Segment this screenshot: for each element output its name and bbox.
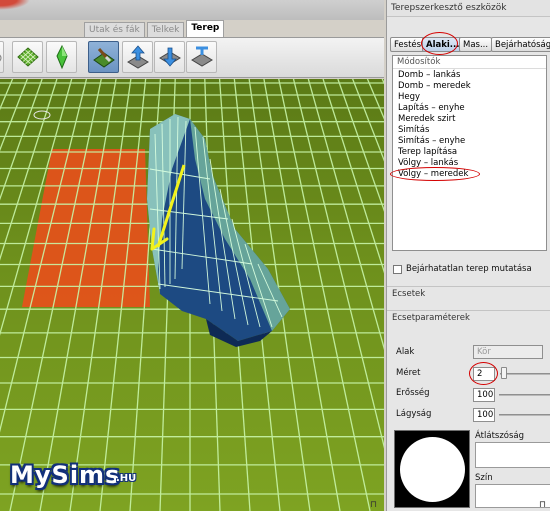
softness-label: Lágyság xyxy=(396,409,432,419)
size-label: Méret xyxy=(396,368,421,378)
list-item[interactable]: Domb – meredek xyxy=(396,81,543,92)
window-top-strip xyxy=(0,0,384,20)
show-unwalkable-label: Bejárhatatlan terep mutatása xyxy=(406,264,532,274)
terrain-lower-icon xyxy=(159,47,181,67)
show-unwalkable-row: Bejárhatatlan terep mutatása xyxy=(393,264,532,274)
strength-input[interactable]: 100 xyxy=(473,388,495,402)
modifiers-list[interactable]: Módosítók Domb – lankás Domb – meredek H… xyxy=(390,55,547,251)
terrain-grid-tool-button[interactable] xyxy=(12,41,43,73)
paint-button[interactable]: Festés xyxy=(390,37,426,52)
opacity-field[interactable] xyxy=(475,442,550,468)
list-item[interactable]: Lapítás – enyhe xyxy=(396,103,543,114)
lot-area xyxy=(22,149,150,307)
terrain-toolbar xyxy=(0,37,384,78)
terrain-lower-tool-button[interactable] xyxy=(154,41,185,73)
terrain-paint-tool-button[interactable] xyxy=(88,41,119,73)
list-item[interactable]: Hegy xyxy=(396,92,543,103)
grid-line-v xyxy=(366,79,384,120)
list-item[interactable]: Domb – lankás xyxy=(396,70,543,81)
highlight-size-input xyxy=(469,362,498,385)
brush-shape-circle xyxy=(400,437,465,502)
terrain-raise-icon xyxy=(127,45,149,69)
terrain-flatten-tool-button[interactable] xyxy=(186,41,217,73)
size-slider-track[interactable] xyxy=(500,373,550,375)
tool-tabs: Utak és fák Telkek Terep xyxy=(84,20,225,38)
modifiers-header: Módosítók xyxy=(393,56,546,69)
list-item[interactable]: Simítás – enyhe xyxy=(396,136,543,147)
pin-icon[interactable]: ⊓ xyxy=(370,500,377,510)
highlight-shape-button xyxy=(421,32,458,55)
shape-label: Alak xyxy=(396,347,415,357)
tab-lots[interactable]: Telkek xyxy=(146,22,185,38)
sim-tool-button[interactable] xyxy=(46,41,77,73)
highlight-selected-modifier xyxy=(390,167,480,181)
grid-line-v xyxy=(278,79,371,511)
terrain-flatten-icon xyxy=(191,46,213,67)
panel-title: Terepszerkesztő eszközök xyxy=(387,0,550,17)
grid-line-v xyxy=(292,79,384,449)
size-slider-thumb[interactable] xyxy=(501,367,507,379)
steep-valley xyxy=(147,114,290,347)
brushes-section-label[interactable]: Ecsetek xyxy=(387,286,550,300)
terrain-viewport-area: Utak és fák Telkek Terep MySims .HU ⊓ xyxy=(0,0,384,511)
grid-line-v xyxy=(322,79,384,274)
softness-input[interactable]: 100 xyxy=(473,408,495,422)
other-button[interactable]: Mas... xyxy=(459,37,493,52)
terrain-grid-icon xyxy=(17,47,39,67)
terrain-3d-view[interactable]: MySims .HU xyxy=(0,79,384,511)
terrain-tools-panel: Terepszerkesztő eszközök Festés Alaki...… xyxy=(386,0,550,511)
list-item[interactable]: Simítás xyxy=(396,125,543,136)
sim-plumbob-icon xyxy=(56,44,68,70)
softness-slider-track[interactable] xyxy=(499,414,550,416)
brush-preview xyxy=(394,430,470,508)
color-label: Szín xyxy=(475,473,493,483)
mysims-logo: MySims .HU xyxy=(10,461,137,489)
cursor-ring xyxy=(33,110,51,120)
terrain-scene xyxy=(0,79,384,511)
strength-slider-track[interactable] xyxy=(499,394,550,396)
pin-icon[interactable]: ⊓ xyxy=(539,500,546,510)
scroll-back-button[interactable] xyxy=(0,41,4,73)
show-unwalkable-checkbox[interactable] xyxy=(393,264,402,274)
walkability-button[interactable]: Bejárhatóság xyxy=(491,37,550,52)
list-item[interactable]: Terep lapítása xyxy=(396,147,543,158)
opacity-label: Átlátszóság xyxy=(475,431,525,441)
modifiers-items: Domb – lankás Domb – meredek Hegy Lapítá… xyxy=(393,69,546,181)
brush-params-section-label[interactable]: Ecsetparaméterek xyxy=(387,310,550,324)
tab-roads-trees[interactable]: Utak és fák xyxy=(84,22,145,38)
terrain-raise-tool-button[interactable] xyxy=(122,41,153,73)
strength-label: Erősség xyxy=(396,388,430,398)
list-item[interactable]: Meredek szirt xyxy=(396,114,543,125)
shape-select[interactable]: Kör xyxy=(473,345,543,359)
grid-line-v xyxy=(352,79,384,162)
window-corner-decoration xyxy=(0,0,30,10)
tab-terrain[interactable]: Terep xyxy=(186,20,225,38)
terrain-paint-icon xyxy=(93,48,115,68)
